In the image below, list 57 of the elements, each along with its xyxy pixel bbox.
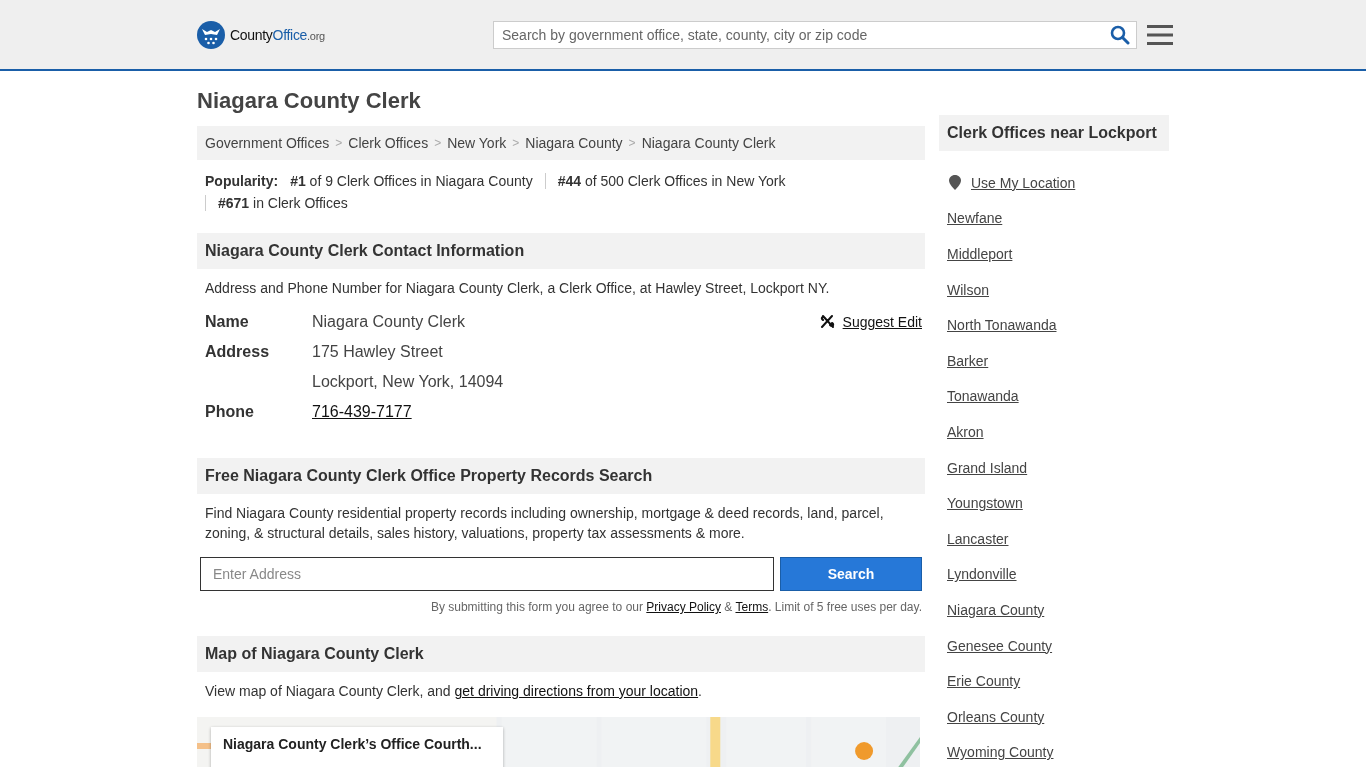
breadcrumb-separator: >	[434, 136, 442, 150]
sidebar-link[interactable]: Wilson	[947, 281, 989, 298]
field-label: Address	[205, 342, 271, 362]
section-heading: Free Niagara County Clerk Office Property Records Search	[197, 458, 925, 494]
section-description: View map of Niagara County Clerk, and get driving directions from your location.	[205, 682, 703, 701]
breadcrumb-link[interactable]: New York	[447, 135, 507, 151]
sidebar-link[interactable]: Wyoming County	[947, 744, 1054, 761]
section-heading: Niagara County Clerk Contact Information	[197, 233, 925, 269]
breadcrumb-link[interactable]: Niagara County Clerk	[641, 135, 776, 151]
section-description: Address and Phone Number for Niagara County Clerk, a Clerk Office, at Hawley Street, Lockport NY.	[205, 279, 831, 298]
sidebar-link[interactable]: Middleport	[947, 246, 1013, 262]
sidebar-link[interactable]: Barker	[947, 352, 989, 369]
privacy-policy-link[interactable]: Privacy Policy	[646, 600, 721, 614]
search-icon[interactable]	[1110, 24, 1130, 45]
section-heading: Map of Niagara County Clerk	[197, 636, 925, 672]
use-my-location-link[interactable]: Use My Location	[971, 174, 1076, 191]
sidebar-link[interactable]: Niagara County	[947, 601, 1045, 618]
sidebar-link[interactable]: Orleans County	[947, 708, 1045, 725]
menu-icon[interactable]	[1147, 23, 1173, 46]
breadcrumb-link[interactable]: Clerk Offices	[348, 135, 429, 151]
page-title: Niagara County Clerk	[197, 88, 422, 114]
suggest-edit-link[interactable]: Suggest Edit	[842, 314, 922, 330]
field-label: Phone	[205, 402, 255, 422]
sidebar-link[interactable]: Akron	[947, 423, 984, 440]
field-value: 175 Hawley Street	[312, 342, 444, 362]
sidebar-link[interactable]: Grand Island	[947, 459, 1028, 476]
form-disclaimer: By submitting this form you agree to our Privacy Policy & Terms. Limit of 5 free uses per day.	[429, 600, 922, 614]
popularity-rank: #44 of 500 Clerk Offices in New York	[544, 173, 798, 189]
sidebar-link[interactable]: Youngstown	[947, 495, 1023, 512]
section-description: Find Niagara County residential property records including ownership, mortgage & deed records, land, parcel, zoning, & structural details, sales history, valuations, property tax assessments & more.	[205, 504, 885, 543]
sidebar-link[interactable]: Lyndonville	[947, 566, 1017, 583]
breadcrumb-separator: >	[628, 136, 636, 150]
popularity-rank: #1 of 9 Clerk Offices in Niagara County	[290, 173, 534, 189]
sidebar-link[interactable]: Genesee County	[947, 637, 1053, 654]
sidebar-link[interactable]: Tonawanda	[947, 388, 1019, 405]
search-field[interactable]: Search by government office, state, county, city or zip code	[493, 20, 1137, 49]
directions-link[interactable]: get driving directions from your location	[454, 683, 699, 699]
popularity-rank: #671 in Clerk Offices	[205, 195, 360, 211]
field-value: Niagara County Clerk	[312, 312, 465, 332]
sidebar-link[interactable]: Erie County	[947, 673, 1021, 690]
phone-link[interactable]: 716-439-7177	[312, 402, 412, 422]
breadcrumb-link[interactable]: Niagara County	[525, 135, 623, 151]
sidebar-link[interactable]: North Tonawanda	[947, 317, 1057, 334]
breadcrumb-separator: >	[512, 136, 520, 150]
field-value: Lockport, New York, 14094	[312, 372, 504, 392]
popularity-label: Popularity:	[205, 173, 279, 189]
field-label: Name	[205, 312, 250, 332]
location-pin-icon	[949, 175, 961, 191]
sidebar-link[interactable]: Newfane	[947, 210, 1003, 227]
address-field[interactable]: Enter Address	[200, 557, 774, 591]
map-info-title: Niagara County Clerk’s Office Courth...	[223, 736, 482, 752]
sidebar-link[interactable]: Lancaster	[947, 530, 1009, 547]
search-button[interactable]: Search	[780, 557, 922, 591]
sidebar-heading: Clerk Offices near Lockport	[939, 115, 1169, 151]
site-logo[interactable]: CountyOffice.org	[230, 26, 325, 43]
breadcrumb-link[interactable]: Government Offices	[205, 135, 330, 151]
breadcrumb-separator: >	[335, 136, 343, 150]
